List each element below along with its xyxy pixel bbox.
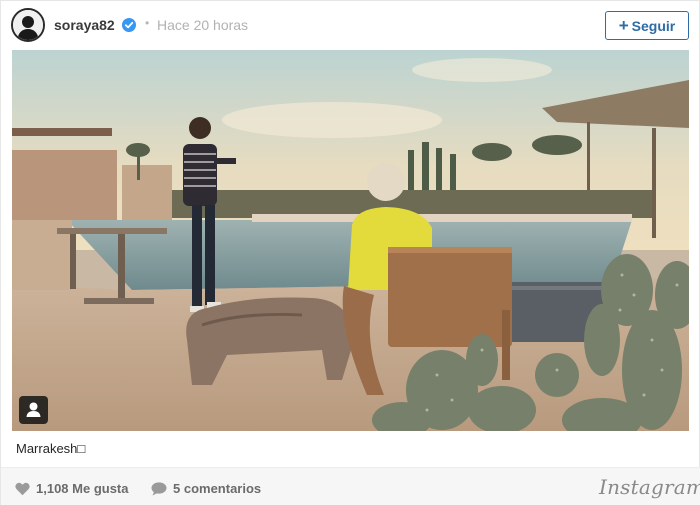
verified-badge-icon	[122, 18, 136, 32]
post-footer: 1,108 Me gusta 5 comentarios Instagram	[1, 467, 700, 505]
post-header: soraya82 • Hace 20 horas + Seguir	[1, 1, 700, 49]
plus-icon: +	[618, 16, 629, 35]
heart-icon	[15, 482, 30, 495]
avatar-image	[13, 10, 43, 40]
user-tag-icon[interactable]	[19, 396, 48, 424]
likes-count[interactable]: 1,108 Me gusta	[15, 481, 129, 496]
instagram-logo[interactable]: Instagram	[599, 475, 700, 499]
comment-icon	[151, 481, 167, 495]
photo-image	[12, 50, 689, 431]
follow-button-label: Seguir	[631, 17, 676, 34]
avatar[interactable]	[11, 8, 45, 42]
instagram-post-card: soraya82 • Hace 20 horas + Seguir Marrak…	[0, 0, 700, 505]
separator-dot: •	[145, 16, 150, 30]
comments-count[interactable]: 5 comentarios	[151, 481, 261, 496]
post-caption: Marrakesh□	[16, 441, 86, 456]
username-link[interactable]: soraya82	[54, 17, 115, 33]
post-timestamp[interactable]: Hace 20 horas	[157, 17, 248, 33]
comments-label: 5 comentarios	[173, 481, 262, 496]
follow-button[interactable]: + Seguir	[605, 11, 689, 40]
person-icon	[26, 402, 41, 417]
post-photo[interactable]	[12, 50, 689, 431]
likes-label: 1,108 Me gusta	[36, 481, 129, 496]
